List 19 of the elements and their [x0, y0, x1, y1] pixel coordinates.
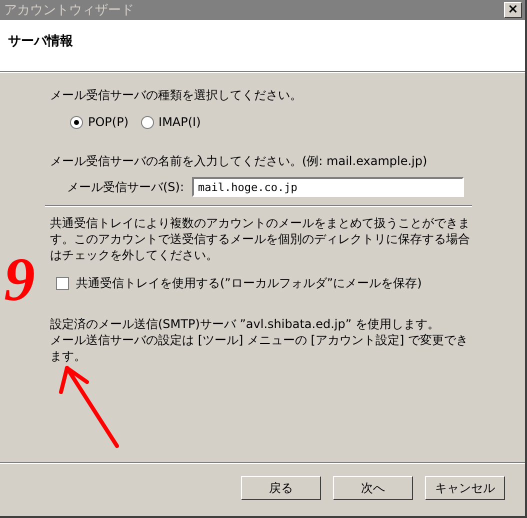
radio-option[interactable]: POP(P): [70, 115, 129, 129]
wizard-button[interactable]: 戻る: [241, 476, 321, 500]
server-type-prompt: メール受信サーバの種類を選択してください。: [50, 87, 303, 103]
checkbox[interactable]: [56, 277, 69, 290]
shared-inbox-checkbox[interactable]: 共通受信トレイを使用する(”ローカルフォルダ”にメールを保存): [56, 275, 472, 292]
server-name-label: メール受信サーバ(S):: [67, 178, 184, 196]
shared-inbox-description: 共通受信トレイにより複数のアカウントのメールをまとめて扱うことができます。このアカウントで送受信するメールを個別のディレクトリに保存する場合はチェックを外してください。: [50, 215, 471, 263]
handwritten-number: 9: [4, 252, 35, 308]
wizard-button[interactable]: キャンセル: [425, 476, 505, 500]
radio-option[interactable]: IMAP(I): [140, 115, 201, 129]
server-name-field[interactable]: mail.hoge.co.jp: [192, 177, 464, 197]
window-title: アカウントウィザード: [4, 2, 134, 19]
wizard-button[interactable]: 次へ: [333, 476, 413, 500]
radio-button[interactable]: [140, 116, 154, 128]
radio-button[interactable]: [70, 116, 83, 128]
smtp-note: 設定済のメール送信(SMTP)サーバ ”avl.shibata.ed.jp” を使用します。 メール送信サーバの設定は [ツール] メニューの [アカウント設定] で変更できます。: [50, 316, 469, 364]
page-title: サーバ情報: [8, 34, 73, 49]
close-button[interactable]: ×: [504, 2, 522, 18]
server-name-prompt: メール受信サーバの名前を入力してください。(例: mail.example.jp): [50, 153, 428, 169]
